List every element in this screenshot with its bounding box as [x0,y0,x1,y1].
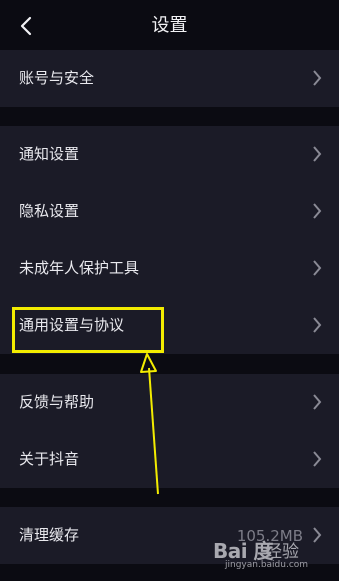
settings-item-label: 通知设置 [19,145,80,163]
settings-item-minor-protection[interactable]: 未成年人保护工具 [0,240,339,297]
chevron-right-icon [313,146,322,162]
settings-item-account-security[interactable]: 账号与安全 [0,50,339,107]
highlight-box [12,307,164,353]
settings-item-label: 未成年人保护工具 [19,259,140,277]
watermark-url: jingyan.baidu.com [225,560,309,570]
settings-item-label: 隐私设置 [19,202,80,220]
settings-item-privacy[interactable]: 隐私设置 [0,183,339,240]
chevron-right-icon [313,70,322,86]
settings-item-label: 反馈与帮助 [19,393,95,411]
chevron-right-icon [313,451,322,467]
watermark-sub: 经验 [265,542,299,562]
settings-item-label: 账号与安全 [19,69,95,87]
settings-group-account: 账号与安全 [0,50,339,107]
chevron-right-icon [313,394,322,410]
chevron-right-icon [313,317,322,333]
chevron-right-icon [313,203,322,219]
settings-item-feedback-help[interactable]: 反馈与帮助 [0,374,339,431]
settings-item-label: 清理缓存 [19,526,80,544]
chevron-right-icon [313,260,322,276]
settings-item-about-douyin[interactable]: 关于抖音 [0,431,339,488]
settings-group-help: 反馈与帮助 关于抖音 [0,374,339,488]
settings-item-notifications[interactable]: 通知设置 [0,126,339,183]
settings-item-label: 关于抖音 [19,450,80,468]
top-bar: 设置 [0,0,339,52]
page-title: 设置 [151,15,188,36]
baidu-jingyan-watermark: Bai 度 经验 jingyan.baidu.com [213,533,331,573]
